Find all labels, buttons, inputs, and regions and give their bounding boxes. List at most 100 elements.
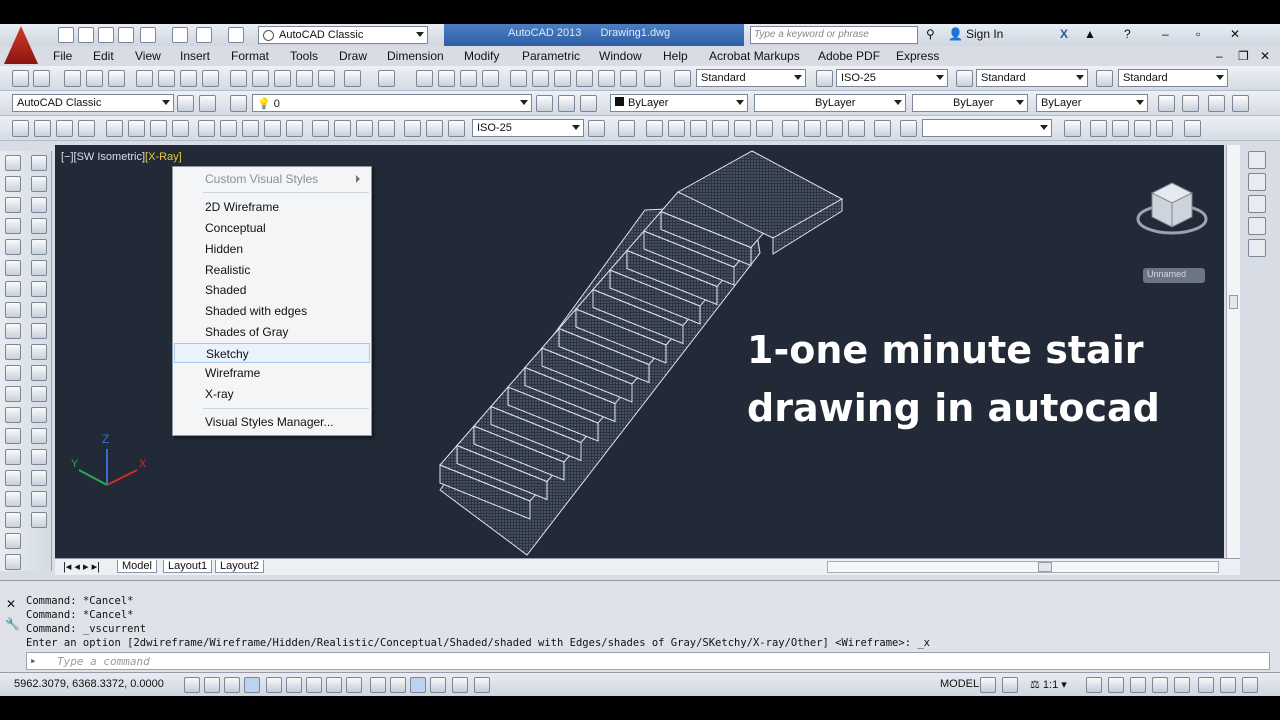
markup-set-icon[interactable] <box>598 70 615 87</box>
named-view-select[interactable] <box>922 119 1052 137</box>
menu-modify[interactable]: Modify <box>464 49 499 63</box>
2d-wireframe-icon[interactable] <box>1090 120 1107 137</box>
wrench-icon[interactable]: 🔧 <box>5 617 20 631</box>
lock-icon[interactable] <box>1152 677 1168 693</box>
annotation-visibility-icon[interactable] <box>1086 677 1102 693</box>
dynamic-input-icon[interactable] <box>370 677 386 693</box>
multiline-text-icon[interactable] <box>5 533 21 549</box>
close-icon[interactable]: ✕ <box>1230 27 1240 41</box>
gradient-icon[interactable] <box>5 470 21 486</box>
realistic-style-icon[interactable] <box>1134 120 1151 137</box>
plot-icon[interactable] <box>172 27 188 43</box>
menu-tools[interactable]: Tools <box>290 49 318 63</box>
linear-dim-icon[interactable] <box>12 120 29 137</box>
circle-icon[interactable] <box>5 281 21 297</box>
trim-icon[interactable] <box>31 344 47 360</box>
lineweight-icon[interactable] <box>390 677 406 693</box>
sphere-icon[interactable] <box>712 120 729 137</box>
quick-view-layouts-icon[interactable] <box>980 677 996 693</box>
quick-dim-icon[interactable] <box>198 120 215 137</box>
point-icon[interactable] <box>5 428 21 444</box>
spline-icon[interactable] <box>5 323 21 339</box>
cone-icon[interactable] <box>690 120 707 137</box>
layer-properties-icon[interactable] <box>230 95 247 112</box>
menu-item-shaded[interactable]: Shaded <box>174 280 370 300</box>
grid-display-icon[interactable] <box>224 677 240 693</box>
extrude-icon[interactable] <box>848 120 865 137</box>
pan-icon[interactable] <box>1248 151 1266 169</box>
table-style-icon[interactable] <box>956 70 973 87</box>
transparency-icon[interactable] <box>410 677 426 693</box>
join-icon[interactable] <box>31 428 47 444</box>
layer-off-icon[interactable] <box>1232 95 1249 112</box>
menu-window[interactable]: Window <box>599 49 642 63</box>
break-at-point-icon[interactable] <box>31 386 47 402</box>
status-bar-menu-icon[interactable] <box>1220 677 1236 693</box>
dim-style-icon[interactable] <box>816 70 833 87</box>
selection-cycling-icon[interactable] <box>452 677 468 693</box>
hardware-acceleration-icon[interactable] <box>1174 677 1190 693</box>
menu-item-hidden[interactable]: Hidden <box>174 239 370 259</box>
menu-item-custom-visual-styles[interactable]: Custom Visual Styles <box>174 169 370 189</box>
zoom-previous-icon[interactable] <box>482 70 499 87</box>
properties-icon[interactable] <box>510 70 527 87</box>
application-menu-button[interactable] <box>4 26 38 64</box>
ordinate-dim-icon[interactable] <box>78 120 95 137</box>
hscroll-thumb[interactable] <box>1038 562 1052 572</box>
dim-edit-icon[interactable] <box>404 120 421 137</box>
polyline-icon[interactable] <box>5 197 21 213</box>
radius-dim-icon[interactable] <box>106 120 123 137</box>
array-icon[interactable] <box>31 239 47 255</box>
ellipse-arc-icon[interactable] <box>5 365 21 381</box>
workspace-settings-icon[interactable] <box>177 95 194 112</box>
construction-line-icon[interactable] <box>5 176 21 192</box>
zoom-window-icon[interactable] <box>460 70 477 87</box>
save-as-icon[interactable] <box>118 27 134 43</box>
insert-block-icon[interactable] <box>5 386 21 402</box>
menu-item-conceptual[interactable]: Conceptual <box>174 218 370 238</box>
publish-icon[interactable] <box>33 70 50 87</box>
sign-in-link[interactable]: Sign In <box>966 27 1003 41</box>
dim-break-icon[interactable] <box>286 120 303 137</box>
center-mark-icon[interactable] <box>334 120 351 137</box>
add-selected-icon[interactable] <box>5 554 21 570</box>
mleader-style-icon[interactable] <box>1096 70 1113 87</box>
close-icon[interactable]: ✕ <box>6 597 16 611</box>
sheet-set-manager-icon[interactable] <box>576 70 593 87</box>
workspace-select[interactable]: AutoCAD Classic <box>12 94 174 112</box>
menu-insert[interactable]: Insert <box>180 49 210 63</box>
quick-properties-icon[interactable] <box>430 677 446 693</box>
angular-dim-icon[interactable] <box>172 120 189 137</box>
scrollbar-thumb[interactable] <box>1229 295 1238 309</box>
mirror-icon[interactable] <box>31 197 47 213</box>
tab-model[interactable]: Model <box>117 560 157 573</box>
copy-object-icon[interactable] <box>31 176 47 192</box>
visual-styles-icon[interactable] <box>1064 120 1081 137</box>
menu-file[interactable]: File <box>53 49 72 63</box>
customize-icon[interactable] <box>199 95 216 112</box>
layer-walk-icon[interactable] <box>1158 95 1175 112</box>
quick-view-drawings-icon[interactable] <box>1002 677 1018 693</box>
move-icon[interactable] <box>31 260 47 276</box>
open-icon[interactable] <box>86 70 103 87</box>
doc-close-icon[interactable]: ✕ <box>1260 49 1270 63</box>
plotstyle-select[interactable]: ByLayer <box>1036 94 1148 112</box>
region-icon[interactable] <box>5 491 21 507</box>
make-current-icon[interactable] <box>536 95 553 112</box>
torus-icon[interactable] <box>756 120 773 137</box>
layer-state-icon[interactable] <box>580 95 597 112</box>
layer-iso-icon[interactable] <box>1182 95 1199 112</box>
menu-item-2d-wireframe[interactable]: 2D Wireframe <box>174 197 370 217</box>
horizontal-scrollbar[interactable] <box>827 561 1219 573</box>
help-search-input[interactable]: Type a keyword or phrase <box>750 26 918 44</box>
redo-icon[interactable] <box>378 70 395 87</box>
undo-icon[interactable] <box>196 27 212 43</box>
open-file-icon[interactable] <box>78 27 94 43</box>
union-icon[interactable] <box>782 120 799 137</box>
dynamic-ucs-icon[interactable] <box>346 677 362 693</box>
baseline-dim-icon[interactable] <box>220 120 237 137</box>
table-style-select[interactable]: Standard <box>976 69 1088 87</box>
stretch-icon[interactable] <box>31 323 47 339</box>
help-icon[interactable]: ? <box>1124 27 1131 41</box>
menu-edit[interactable]: Edit <box>93 49 114 63</box>
